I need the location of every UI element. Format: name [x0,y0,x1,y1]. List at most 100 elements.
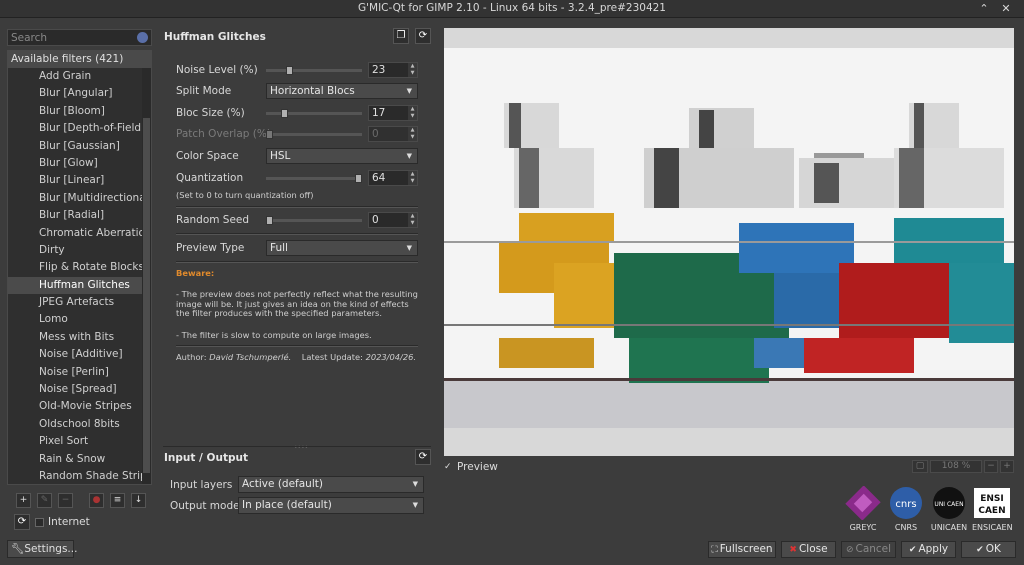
filter-item[interactable]: Dirty [8,242,151,259]
add-fave-icon[interactable]: + [16,493,31,508]
filter-item[interactable]: Blur [Bloom] [8,103,151,120]
visibility-icon[interactable]: ● [89,493,104,508]
chevron-down-icon: ▼ [412,480,418,488]
glitched-bottles-image [444,48,1014,428]
ensicaen-logo: ENSI CAEN [972,486,1012,520]
random-seed-spinbox[interactable]: 0 ▲ ▼ [368,212,418,228]
filter-list-scrollbar[interactable] [142,68,151,484]
noise-level-spinbox[interactable]: 23 ▲ ▼ [368,62,418,78]
apply-button[interactable]: ✔ Apply [901,541,956,558]
scrollbar-thumb[interactable] [143,118,150,473]
spin-arrows-icon[interactable]: ▲ ▼ [408,106,417,120]
filter-item[interactable]: Noise [Spread] [8,381,151,398]
cancel-button[interactable]: ⊘ Cancel [841,541,896,558]
split-mode-select[interactable]: Horizontal Blocs ▼ [266,83,418,99]
separator [176,233,418,235]
bloc-size-slider[interactable] [266,109,362,118]
filter-item[interactable]: JPEG Artefacts [8,294,151,311]
search-icon[interactable] [137,32,148,43]
copy-command-icon[interactable]: ❐ [393,28,409,44]
unicaen-label: UNICAEN [930,523,968,532]
filter-item[interactable]: Flip & Rotate Blocks [8,259,151,276]
filter-item[interactable]: Noise [Perlin] [8,364,151,381]
quantization-slider[interactable] [266,174,362,183]
separator [176,206,418,208]
filter-item[interactable]: Blur [Linear] [8,172,151,189]
random-seed-handle[interactable] [266,216,273,225]
filter-item[interactable]: Blur [Gaussian] [8,138,151,155]
reset-params-icon[interactable]: ⟳ [415,28,431,44]
ok-button[interactable]: ✔ OK [961,541,1016,558]
slow-note: - The filter is slow to compute on large… [176,330,372,340]
filter-item[interactable]: Blur [Radial] [8,207,151,224]
greyc-label: GREYC [849,523,877,532]
random-seed-slider[interactable] [266,216,362,225]
fullscreen-icon: ⛶ [711,545,718,555]
bloc-size-spinbox[interactable]: 17 ▲ ▼ [368,105,418,121]
preview-image[interactable] [444,48,1014,428]
bloc-size-handle[interactable] [281,109,289,118]
output-mode-label: Output mode [170,500,240,512]
reset-io-icon[interactable]: ⟳ [415,449,431,465]
ok-icon: ✔ [976,545,984,555]
spin-arrows-icon[interactable]: ▲ ▼ [408,127,417,141]
filter-item[interactable]: Pixel Sort [8,433,151,450]
maximize-icon[interactable]: ⌃ [976,1,992,17]
filter-list-header[interactable]: Available filters (421) [8,51,151,68]
spin-arrows-icon[interactable]: ▲ ▼ [408,63,417,77]
color-space-select[interactable]: HSL ▼ [266,148,418,164]
filter-item[interactable]: Blur [Multidirectional] [8,190,151,207]
filter-item[interactable]: Add Grain [8,68,151,85]
cnrs-label: CNRS [894,523,918,532]
close-button[interactable]: ✖ Close [781,541,836,558]
filter-item[interactable]: Lomo [8,311,151,328]
noise-level-slider[interactable] [266,66,362,75]
filter-item[interactable]: Old-Movie Stripes [8,398,151,415]
preview-checkbox[interactable]: ✓ Preview [444,461,498,473]
filter-item[interactable]: Blur [Glow] [8,155,151,172]
filter-item[interactable]: Mess with Bits [8,329,151,346]
filter-item[interactable]: Random Shade Stripes [8,468,151,484]
filter-list[interactable]: Available filters (421) Add Grain Blur [A… [7,50,152,485]
internet-checkbox[interactable]: Internet [35,516,90,528]
quantization-spinbox[interactable]: 64 ▲ ▼ [368,170,418,186]
internet-check[interactable] [35,517,44,527]
settings-button[interactable]: 🔧︎Settings... [7,540,77,558]
expand-all-icon[interactable]: ≡ [110,493,125,508]
remove-fave-icon[interactable]: − [58,493,73,508]
input-layers-select[interactable]: Active (default) ▼ [238,476,424,493]
patch-overlap-label: Patch Overlap (%) [176,128,271,140]
zoom-in-icon[interactable]: + [1000,460,1014,473]
unicaen-logo: UNI CAEN [929,486,969,520]
filter-item[interactable]: Rain & Snow [8,451,151,468]
zoom-fit-icon[interactable]: ▢ [912,460,928,473]
collapse-down-icon[interactable]: ↓ [131,493,146,508]
title-bar: G'MIC-Qt for GIMP 2.10 - Linux 64 bits -… [0,0,1024,18]
refresh-filters-icon[interactable]: ⟳ [14,514,30,530]
close-window-icon[interactable]: ✕ [998,1,1014,17]
filter-item[interactable]: Chromatic Aberration [8,225,151,242]
filter-item[interactable]: Blur [Depth-of-Field] [8,120,151,137]
noise-level-handle[interactable] [286,66,294,75]
filter-item[interactable]: Huffman Glitches [8,276,151,295]
beware-heading: Beware: [176,268,215,278]
patch-overlap-slider[interactable] [266,130,362,139]
output-mode-select[interactable]: In place (default) ▼ [238,497,424,514]
filter-item[interactable]: Oldschool 8bits [8,416,151,433]
patch-overlap-handle[interactable] [266,130,273,139]
rename-fave-icon[interactable]: ✎ [37,493,52,508]
internet-label: Internet [48,516,90,528]
search-input[interactable] [8,30,151,45]
zoom-out-icon[interactable]: − [984,460,998,473]
zoom-level[interactable]: 108 % [930,460,982,473]
fullscreen-button[interactable]: ⛶ Fullscreen [708,541,776,558]
quantization-handle[interactable] [355,174,362,183]
spin-arrows-icon[interactable]: ▲ ▼ [408,171,417,185]
patch-overlap-spinbox[interactable]: 0 ▲ ▼ [368,126,418,142]
checkmark-icon[interactable]: ✓ [444,462,453,472]
spin-arrows-icon[interactable]: ▲ ▼ [408,213,417,227]
search-box[interactable] [7,29,152,46]
preview-type-select[interactable]: Full ▼ [266,240,418,256]
filter-item[interactable]: Noise [Additive] [8,346,151,363]
filter-item[interactable]: Blur [Angular] [8,85,151,102]
